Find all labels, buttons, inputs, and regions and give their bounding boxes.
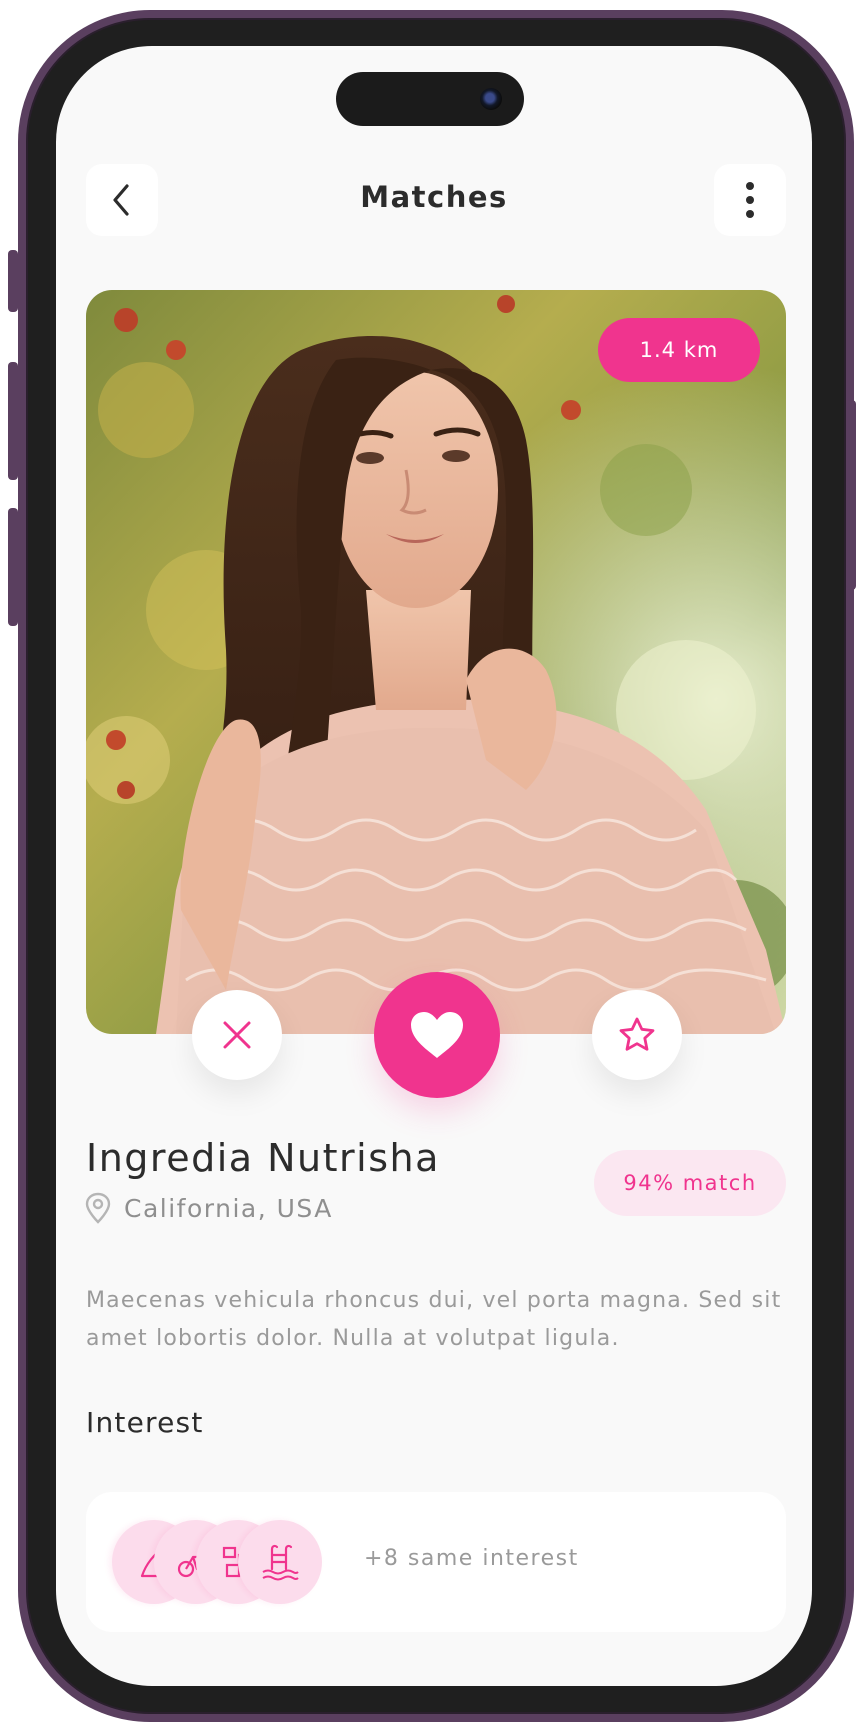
swimming-pool-icon (262, 1544, 299, 1581)
match-badge: 94% match (594, 1150, 786, 1216)
phone-power-button (846, 400, 856, 590)
heart-icon (411, 1012, 463, 1058)
dynamic-island (336, 72, 524, 126)
profile-location: California, USA (84, 1192, 333, 1224)
reject-button[interactable] (192, 990, 282, 1080)
location-pin-icon (85, 1192, 111, 1224)
phone-volume-up (8, 362, 18, 480)
interest-bubble-swimming (238, 1520, 322, 1604)
app-screen: Matches 1.4 km Ingredia Nutrisha Califor… (56, 46, 812, 1686)
profile-photo[interactable] (86, 290, 786, 1034)
more-vertical-icon (746, 182, 754, 218)
location-text: California, USA (124, 1193, 333, 1223)
close-icon (223, 1021, 251, 1049)
favorite-button[interactable] (592, 990, 682, 1080)
front-camera (480, 88, 502, 110)
interest-section-title: Interest (86, 1406, 204, 1439)
page-title: Matches (360, 180, 508, 214)
distance-badge: 1.4 km (598, 318, 760, 382)
profile-bio: Maecenas vehicula rhoncus dui, vel porta… (86, 1288, 782, 1351)
more-options-button[interactable] (714, 164, 786, 236)
profile-name: Ingredia Nutrisha (86, 1136, 440, 1180)
like-button[interactable] (374, 972, 500, 1098)
interest-card[interactable]: +8 same interest (86, 1492, 786, 1632)
phone-silent-switch (8, 250, 18, 312)
interest-summary: +8 same interest (364, 1546, 579, 1571)
phone-volume-down (8, 508, 18, 626)
star-icon (619, 1017, 655, 1051)
